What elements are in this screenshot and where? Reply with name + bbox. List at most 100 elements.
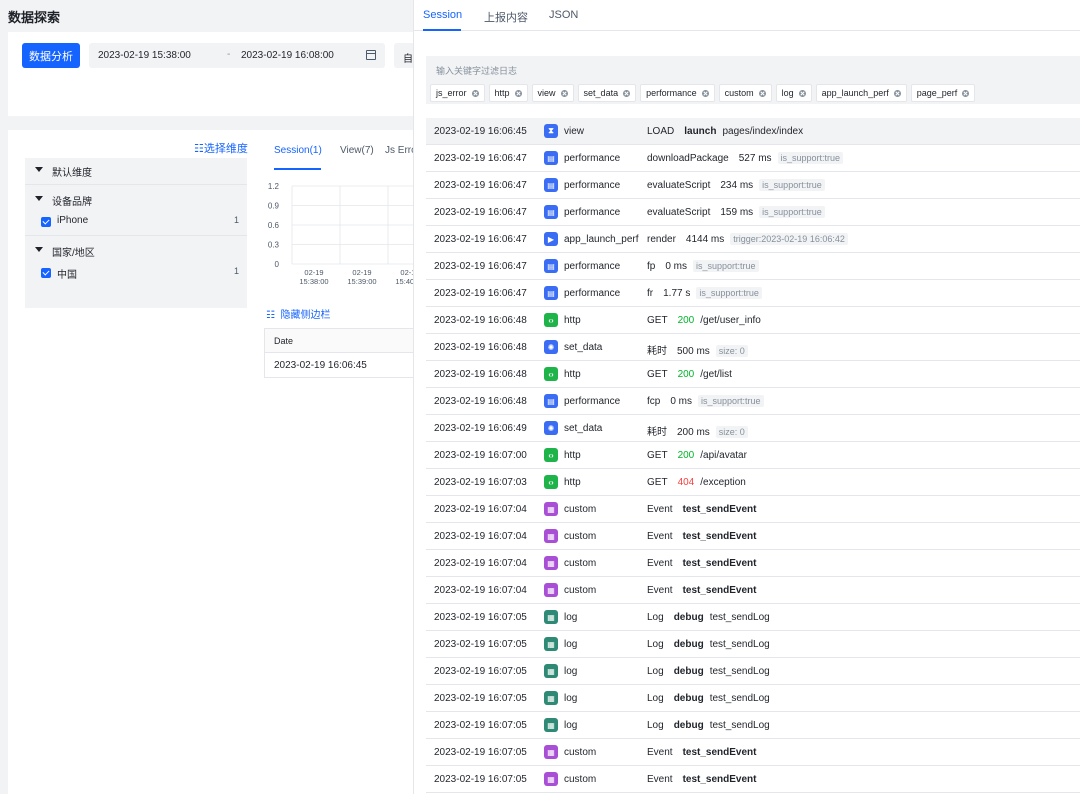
y-tick-label: 0.3 — [268, 241, 280, 250]
log-detail-text: Event — [647, 558, 673, 569]
log-detail: Log debug test_sendLog — [647, 612, 776, 623]
dimension-group[interactable]: 默认维度 — [25, 158, 247, 182]
dimension-item[interactable]: iPhone 1 — [25, 211, 247, 233]
analysis-button[interactable]: 数据分析 — [22, 43, 80, 68]
log-icon: ▦ — [544, 691, 558, 705]
select-dimension-button[interactable]: ☷选择维度 — [194, 140, 248, 156]
close-icon[interactable] — [514, 89, 522, 97]
log-row[interactable]: 2023-02-19 16:06:47 ▤ performance evaluateS… — [426, 199, 1080, 226]
log-row[interactable]: 2023-02-19 16:07:04 ▦ custom Event test_send… — [426, 496, 1080, 523]
date-separator: - — [227, 49, 231, 60]
log-row[interactable]: 2023-02-19 16:07:05 ▦ custom Event test_send… — [426, 766, 1080, 793]
dimension-divider — [25, 235, 247, 236]
tab-json[interactable]: JSON — [549, 9, 578, 21]
date-cell[interactable]: 2023-02-19 16:06:45 — [265, 353, 427, 371]
log-row[interactable]: 2023-02-19 16:06:47 ▤ performance fr 1.77 s i… — [426, 280, 1080, 307]
caret-down-icon[interactable] — [35, 167, 43, 172]
dimension-group-label: 默认维度 — [52, 168, 92, 179]
filter-tag[interactable]: js_error — [430, 84, 485, 102]
tab-report-content[interactable]: 上报内容 — [484, 9, 528, 25]
log-detail-bold: debug — [673, 612, 704, 623]
dimension-item[interactable]: 中国 1 — [25, 262, 247, 284]
checkbox-checked-icon[interactable] — [41, 268, 51, 278]
select-dimension-label: 选择维度 — [203, 143, 248, 155]
filter-tag[interactable]: set_data — [577, 84, 637, 102]
log-type: performance — [564, 207, 621, 218]
bg-tab-item[interactable]: View(7) — [340, 145, 374, 156]
tab-underline — [423, 29, 461, 31]
log-detail-text: fcp — [647, 396, 661, 407]
close-icon[interactable] — [962, 89, 970, 97]
close-icon[interactable] — [798, 89, 806, 97]
filter-tag[interactable]: view — [531, 84, 574, 102]
log-time: 2023-02-19 16:07:04 — [434, 531, 527, 542]
log-row[interactable]: 2023-02-19 16:06:47 ▤ performance fp 0 ms is_… — [426, 253, 1080, 280]
log-detail-bold: test_sendEvent — [682, 504, 757, 515]
log-row[interactable]: 2023-02-19 16:07:00 ‹› http GET 200/api/avat… — [426, 442, 1080, 469]
caret-down-icon[interactable] — [35, 247, 43, 252]
log-row[interactable]: 2023-02-19 16:07:05 ▦ custom Event test_send… — [426, 739, 1080, 766]
log-type: log — [564, 720, 578, 731]
log-row[interactable]: 2023-02-19 16:07:04 ▦ custom Event test_send… — [426, 550, 1080, 577]
date-end: 2023-02-19 16:08:00 — [241, 50, 334, 61]
http-icon: ‹› — [544, 313, 558, 327]
dimension-group[interactable]: 设备品牌 — [25, 187, 247, 211]
close-icon[interactable] — [758, 89, 766, 97]
log-row[interactable]: 2023-02-19 16:06:49 ✺ set_data 耗时 200 ms size… — [426, 415, 1080, 442]
close-icon[interactable] — [471, 89, 479, 97]
log-row[interactable]: 2023-02-19 16:07:04 ▦ custom Event test_send… — [426, 523, 1080, 550]
close-icon[interactable] — [560, 89, 568, 97]
log-time: 2023-02-19 16:07:00 — [434, 450, 527, 461]
log-detail: downloadPackage 527 ms is_support:true — [647, 152, 849, 164]
filter-tag[interactable]: performance — [640, 84, 715, 102]
log-detail-text: LOAD — [647, 126, 675, 137]
log-row[interactable]: 2023-02-19 16:07:03 ‹› http GET 404/exceptio… — [426, 469, 1080, 496]
performance-icon: ▤ — [544, 286, 558, 300]
filter-tag[interactable]: custom — [718, 84, 772, 102]
tab-session[interactable]: Session — [423, 9, 462, 21]
log-row[interactable]: 2023-02-19 16:07:05 ▦ log Log debug test_send… — [426, 712, 1080, 739]
filter-tag[interactable]: log — [775, 84, 812, 102]
close-icon[interactable] — [893, 89, 901, 97]
log-row[interactable]: 2023-02-19 16:06:47 ▤ performance downloadP… — [426, 145, 1080, 172]
custom-icon: ▦ — [544, 502, 558, 516]
filter-tag-label: http — [494, 88, 510, 98]
log-detail-text: Event — [647, 504, 673, 515]
log-row[interactable]: 2023-02-19 16:06:48 ✺ set_data 耗时 500 ms size… — [426, 334, 1080, 361]
log-row[interactable]: 2023-02-19 16:06:48 ‹› http GET 200/get/list — [426, 361, 1080, 388]
checkbox-checked-icon[interactable] — [41, 217, 51, 227]
date-range-picker[interactable]: 2023-02-19 15:38:00 - 2023-02-19 16:08:0… — [89, 43, 385, 68]
caret-down-icon[interactable] — [35, 196, 43, 201]
log-icon: ▦ — [544, 718, 558, 732]
log-row[interactable]: 2023-02-19 16:06:48 ‹› http GET 200/get/user… — [426, 307, 1080, 334]
log-row[interactable]: 2023-02-19 16:07:05 ▦ log Log debug test_send… — [426, 631, 1080, 658]
filter-tag[interactable]: page_perf — [910, 84, 976, 102]
dimension-group[interactable]: 国家/地区 — [25, 238, 247, 262]
log-row[interactable]: 2023-02-19 16:06:47 ▤ performance evaluateS… — [426, 172, 1080, 199]
filter-tag[interactable]: http — [488, 84, 528, 102]
log-row[interactable]: 2023-02-19 16:06:45 ⧗ view LOAD launch pages/… — [426, 118, 1080, 145]
calendar-icon[interactable] — [366, 50, 376, 60]
close-icon[interactable] — [623, 89, 631, 97]
log-detail-text: /get/user_info — [700, 315, 761, 326]
log-detail-tag: is_support:true — [693, 260, 759, 272]
log-detail-text: 4144 ms — [685, 234, 725, 245]
log-time: 2023-02-19 16:07:05 — [434, 720, 527, 731]
log-detail-text: Event — [647, 585, 673, 596]
log-row[interactable]: 2023-02-19 16:07:05 ▦ log Log debug test_send… — [426, 658, 1080, 685]
performance-icon: ▤ — [544, 178, 558, 192]
log-row[interactable]: 2023-02-19 16:06:47 ▶ app_launch_perf rende… — [426, 226, 1080, 253]
log-row[interactable]: 2023-02-19 16:07:04 ▦ custom Event test_send… — [426, 577, 1080, 604]
dimension-item-label: iPhone — [57, 215, 89, 226]
log-row[interactable]: 2023-02-19 16:06:48 ▤ performance fcp 0 ms is… — [426, 388, 1080, 415]
log-filter[interactable]: 输入关键字过滤日志 js_error http view set_data perfor… — [426, 56, 1080, 104]
filter-tag[interactable]: app_launch_perf — [815, 84, 907, 102]
log-detail-text: 0 ms — [665, 261, 688, 272]
close-icon[interactable] — [701, 89, 709, 97]
log-detail: evaluateScript 159 ms is_support:true — [647, 206, 831, 218]
log-type: log — [564, 666, 578, 677]
bg-tab-item[interactable]: Session(1) — [274, 145, 322, 156]
log-row[interactable]: 2023-02-19 16:07:05 ▦ log Log debug test_send… — [426, 685, 1080, 712]
log-row[interactable]: 2023-02-19 16:07:05 ▦ log Log debug test_send… — [426, 604, 1080, 631]
hide-sidebar-button[interactable]: ☷ 隐藏侧边栏 — [266, 306, 331, 321]
